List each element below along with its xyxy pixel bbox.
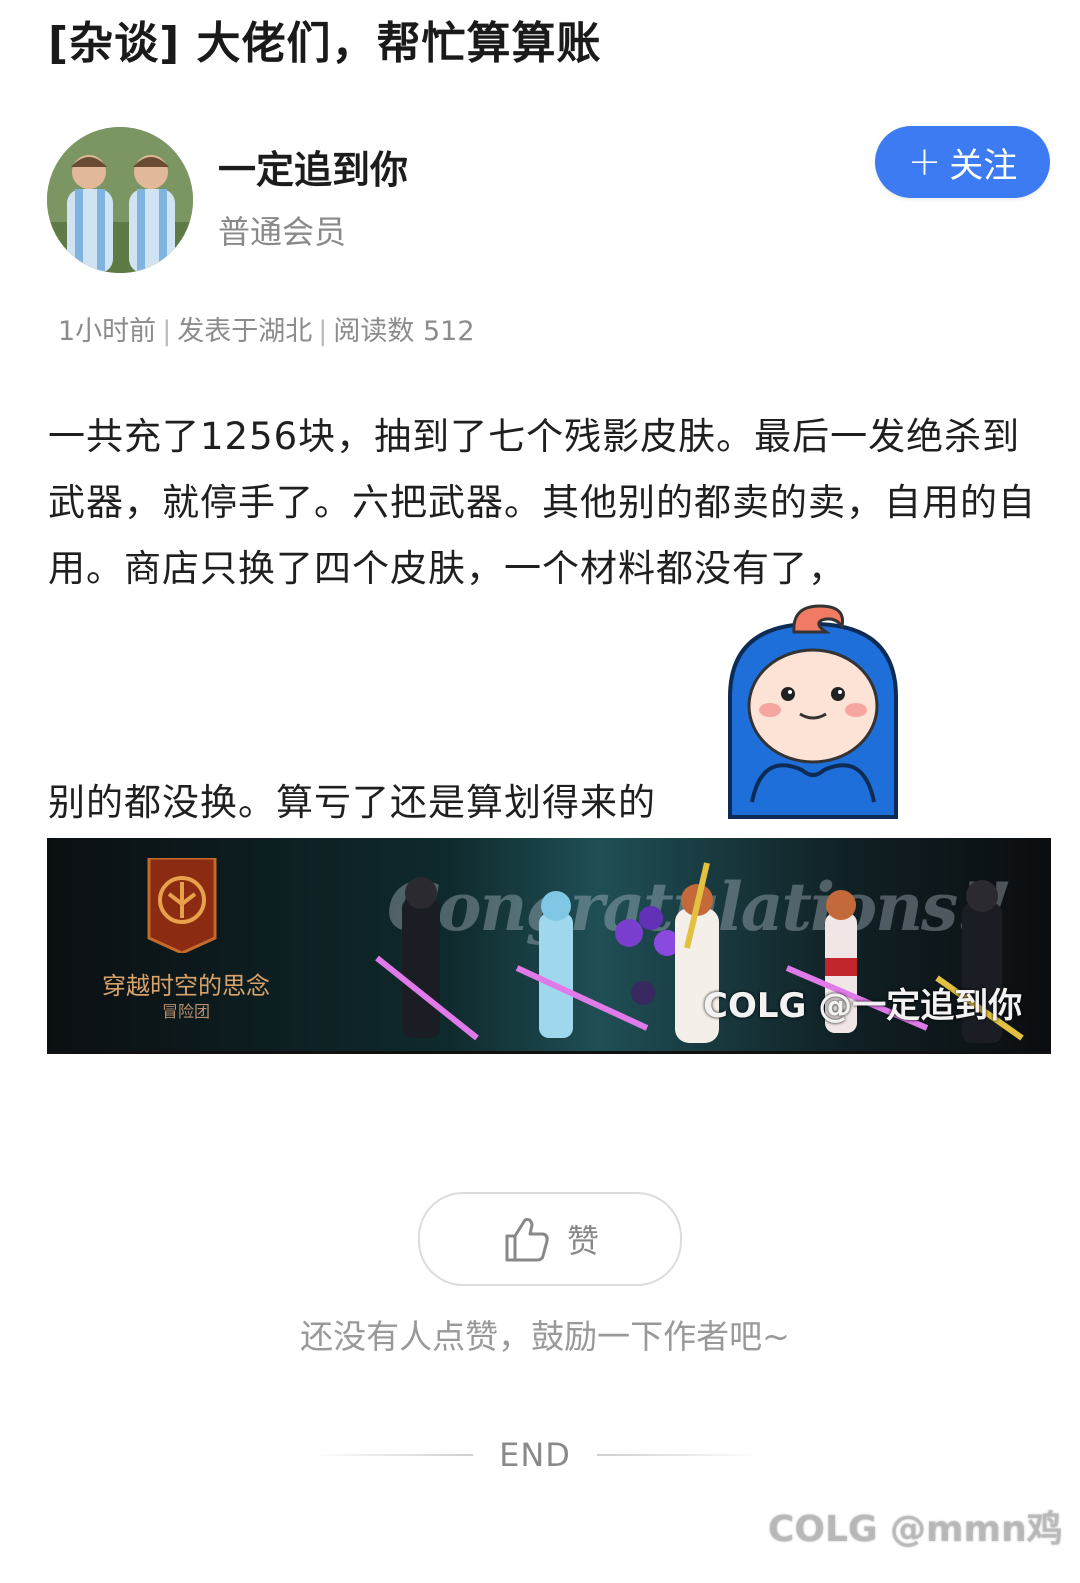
post-title: [杂谈] 大佬们，帮忙算算账	[48, 18, 602, 69]
post-body-last-line: 别的都没换。算亏了还是算划得来的	[48, 781, 656, 824]
divider-line-left	[310, 1454, 474, 1456]
post-meta: 1小时前 | 发表于湖北 | 阅读数 512	[58, 316, 475, 347]
like-hint-text: 还没有人点赞，鼓励一下作者吧~	[300, 1317, 790, 1356]
author-avatar[interactable]	[47, 127, 193, 273]
page-watermark: COLG @mmn鸡	[768, 1509, 1063, 1550]
avatar-photo	[47, 127, 193, 273]
post-body: 一共充了1256块，抽到了七个残影皮肤。最后一发绝杀到武器，就停手了。六把武器。…	[48, 415, 1036, 590]
like-label: 赞	[566, 1222, 599, 1260]
author-role: 普通会员	[218, 213, 347, 251]
achievement-banner-image[interactable]: 穿越时空的思念 冒险团 Congratulations!!	[47, 838, 1051, 1054]
emoji-sticker	[722, 602, 904, 820]
follow-label: 关注	[949, 145, 1018, 186]
like-button[interactable]: 赞	[418, 1192, 682, 1286]
post-reads: 阅读数 512	[333, 316, 475, 347]
follow-button[interactable]: + 关注	[875, 126, 1050, 198]
blue-hood-sticker-icon	[728, 604, 898, 819]
banner-watermark: COLG @一定追到你	[703, 986, 1023, 1026]
plus-icon: +	[907, 139, 942, 185]
character-figure	[375, 877, 479, 1041]
thumbs-up-icon	[505, 1218, 549, 1262]
post-location: 发表于湖北	[177, 316, 313, 347]
post-time: 1小时前	[58, 316, 157, 347]
end-label: END	[499, 1436, 571, 1474]
divider-line-right	[596, 1454, 761, 1456]
end-divider: END	[310, 1430, 761, 1480]
author-name[interactable]: 一定追到你	[218, 145, 408, 195]
